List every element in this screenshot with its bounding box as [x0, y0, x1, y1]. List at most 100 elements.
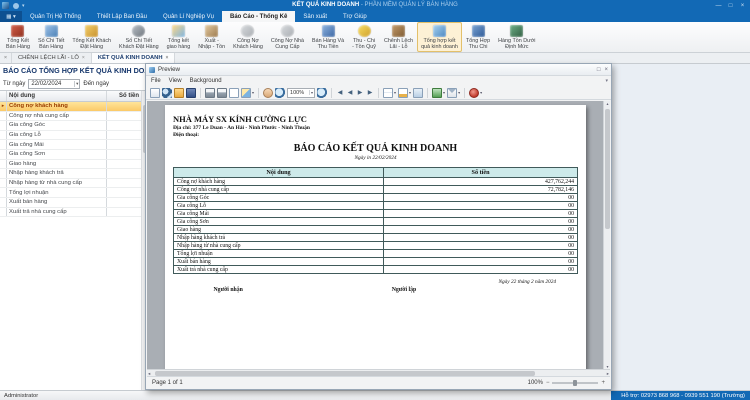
tab-close-icon[interactable]: ×	[82, 55, 85, 61]
grid-row[interactable]: Gia công Lỗ	[0, 130, 147, 141]
toolbar-options-icon[interactable]: ▾	[605, 78, 608, 84]
ribbon-button-label: Tổng Kết Bán Hàng	[6, 38, 30, 50]
close-preview-icon[interactable]	[469, 87, 480, 98]
grid-header-sotien[interactable]: Số tiền	[107, 91, 141, 101]
grid-row[interactable]: Xuất trả nhà cung cấp	[0, 207, 147, 218]
zoom-in-button[interactable]: +	[601, 380, 605, 386]
preview-menu-file[interactable]: File	[151, 78, 161, 84]
preview-vertical-scrollbar[interactable]: ▴ ▾	[603, 101, 610, 369]
grid-row[interactable]: Giao hàng	[0, 159, 147, 170]
ribbon-button-3[interactable]: Số Chi Tiết Khách Đặt Hàng	[115, 22, 163, 52]
save-icon[interactable]	[186, 87, 196, 98]
grid-row[interactable]: Gia công Sơn	[0, 149, 147, 160]
zoom-in-icon[interactable]	[317, 87, 328, 98]
ribbon-button-7[interactable]: Công Nợ Nhà Cung Cấp	[267, 22, 308, 52]
menu-item-3[interactable]: Báo Cáo - Thống Kê	[222, 11, 296, 22]
print-icon[interactable]	[205, 87, 215, 98]
report-cell-name: Xuất trả nhà cung cấp	[172, 265, 385, 274]
from-date-input[interactable]: 22/02/2024 ▾	[28, 78, 81, 89]
grid-cell-value	[107, 131, 141, 140]
watermark-icon[interactable]	[413, 87, 424, 98]
close-preview-icon-dropdown[interactable]: ▾	[480, 90, 482, 95]
row-indicator	[0, 130, 7, 140]
email-icon-dropdown[interactable]: ▾	[458, 90, 460, 95]
ribbon-button-13[interactable]: Hàng Tồn Dưới Định Mức	[494, 22, 539, 52]
report-table-row: Xuất bán hàng 00	[172, 257, 578, 266]
preview-window: Preview □ × File View Background ▾ ▾ 100%…	[145, 63, 612, 390]
thumbnails-icon[interactable]	[150, 87, 160, 98]
scroll-up-icon[interactable]: ▴	[604, 101, 610, 106]
tabbar-close-icon[interactable]: ×	[0, 53, 12, 63]
page-color-icon-dropdown[interactable]: ▾	[409, 90, 411, 95]
menu-item-5[interactable]: Trợ Giúp	[335, 11, 375, 22]
menu-item-4[interactable]: Sản xuất	[295, 11, 335, 22]
ribbon-button-2[interactable]: Tổng Kết Khách Đặt Hàng	[68, 22, 115, 52]
grid-header-noidung[interactable]: Nội dung	[7, 91, 107, 101]
doc-tab-1[interactable]: KẾT QUẢ KINH DOANH ×	[91, 53, 176, 63]
ribbon-button-4[interactable]: Tổng kết giao hàng	[163, 22, 195, 52]
menu-item-2[interactable]: Quản Lí Nghiệp Vụ	[155, 11, 222, 22]
grid-row[interactable]: ▸ Công nợ khách hàng	[0, 102, 147, 112]
magnifier-icon[interactable]	[275, 87, 286, 98]
report-cell-name: Xuất bán hàng	[172, 257, 385, 266]
prev-page-icon[interactable]: ◀	[346, 89, 354, 96]
row-indicator	[0, 121, 7, 130]
ribbon-button-10[interactable]: Chênh Lệch Lãi - Lỗ	[380, 22, 417, 52]
ribbon-button-11[interactable]: Tổng hợp kết quả kinh doanh	[417, 22, 462, 52]
ribbon-button-5[interactable]: Xuất - Nhập - Tồn	[194, 22, 229, 52]
page-setup-icon[interactable]	[229, 87, 239, 98]
last-page-icon[interactable]: ▶	[366, 89, 374, 96]
doc-tab-0[interactable]: CHÊNH LỆCH LÃI - LỖ ×	[12, 53, 92, 63]
ribbon-button-8[interactable]: Bán Hàng Và Thu Tiền	[308, 22, 348, 52]
report-table-row: Tổng lợi nhuận 00	[172, 249, 578, 258]
menu-bar: ▦ ▾ Quản Trị Hệ Thống Thiết Lập Ban Đầu Qu…	[0, 11, 750, 22]
ribbon-button-12[interactable]: Tổng Hợp Thu Chi	[462, 22, 494, 52]
zoom-slider[interactable]	[552, 379, 599, 386]
grid-row[interactable]: Công nợ nhà cung cấp	[0, 111, 147, 122]
preview-menu-background[interactable]: Background	[190, 78, 222, 84]
report-table: Nội dung Số tiền Công nợ khách hàng 427,7…	[172, 167, 578, 274]
export-icon[interactable]	[432, 87, 443, 98]
grid-row[interactable]: Nhập hàng từ nhà cung cấp	[0, 178, 147, 189]
app-menu-button[interactable]: ▦ ▾	[0, 11, 22, 22]
open-icon[interactable]	[174, 87, 184, 98]
menu-item-0[interactable]: Quản Trị Hệ Thống	[22, 11, 89, 22]
preview-maximize-button[interactable]: □	[597, 67, 601, 73]
date-dropdown-icon[interactable]: ▾	[74, 80, 79, 87]
multi-page-icon[interactable]	[383, 87, 394, 98]
ribbon-button-0[interactable]: Tổng Kết Bán Hàng	[2, 22, 34, 52]
multi-page-icon-dropdown[interactable]: ▾	[394, 90, 396, 95]
tab-close-icon[interactable]: ×	[166, 55, 169, 61]
zoom-combo-dropdown-icon[interactable]: ▾	[309, 90, 314, 95]
zoom-combo[interactable]: 100% ▾	[287, 87, 316, 98]
menu-item-1[interactable]: Thiết Lập Ban Đầu	[89, 11, 155, 22]
background-icon[interactable]	[241, 87, 251, 98]
first-page-icon[interactable]: ◀	[336, 89, 344, 96]
grid-row[interactable]: Gia công Góc	[0, 121, 147, 131]
preview-titlebar[interactable]: Preview □ ×	[146, 64, 611, 76]
toolbar-separator	[200, 87, 201, 98]
grid-row[interactable]: Gia công Mái	[0, 140, 147, 150]
hand-tool-icon[interactable]	[263, 87, 274, 98]
zoom-out-button[interactable]: −	[546, 380, 550, 386]
export-icon-dropdown[interactable]: ▾	[443, 90, 445, 95]
quick-print-icon[interactable]	[217, 87, 227, 98]
background-icon-dropdown[interactable]: ▾	[252, 90, 254, 95]
preview-close-button[interactable]: ×	[604, 67, 608, 73]
grid-cell-name: Giao hàng	[7, 159, 107, 169]
search-icon[interactable]	[162, 87, 172, 98]
grid-cell-name: Nhập hàng khách trả	[7, 169, 107, 178]
ribbon-button-1[interactable]: Số Chi Tiết Bán Hàng	[34, 22, 68, 52]
grid-row[interactable]: Xuất bán hàng	[0, 197, 147, 208]
email-icon[interactable]	[447, 87, 458, 98]
preview-horizontal-scrollbar[interactable]: ◂ ▸	[147, 369, 610, 376]
report-cell-name: Công nợ khách hàng	[172, 177, 385, 186]
grid-row[interactable]: Tổng lợi nhuận	[0, 188, 147, 198]
ribbon-button-6[interactable]: Công Nợ Khách Hàng	[229, 22, 267, 52]
grid-row[interactable]: Nhập hàng khách trả	[0, 169, 147, 179]
preview-menu-view[interactable]: View	[169, 78, 182, 84]
ribbon-button-9[interactable]: Thu - Chi - Tồn Quỹ	[348, 22, 380, 52]
preview-document-area: NHÀ MÁY SX KÍNH CƯỜNG LỰC Địa chỉ: 377 L…	[147, 101, 610, 369]
next-page-icon[interactable]: ▶	[356, 89, 364, 96]
page-color-icon[interactable]	[398, 87, 409, 98]
